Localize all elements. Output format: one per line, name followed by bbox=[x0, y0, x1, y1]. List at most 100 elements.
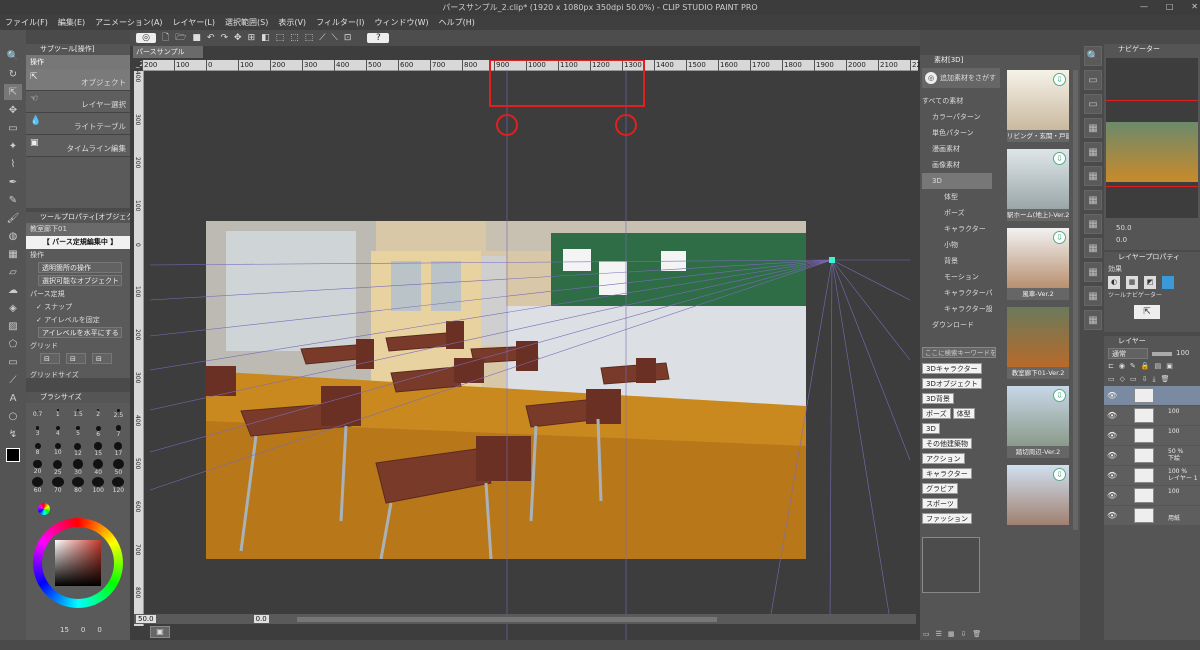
timeline-toggle-icon[interactable]: ▣ bbox=[150, 626, 170, 638]
tree-color-pattern[interactable]: カラーパターン bbox=[922, 109, 992, 125]
color-wheel[interactable] bbox=[33, 518, 123, 608]
new-folder-icon[interactable]: ▭ bbox=[1130, 373, 1137, 386]
eyedropper-icon[interactable]: ⌇ bbox=[4, 156, 22, 172]
opacity-slider[interactable] bbox=[1152, 351, 1172, 356]
keyword-fashion[interactable]: ファッション bbox=[922, 513, 972, 524]
list-view-icon[interactable]: ☰ bbox=[936, 630, 942, 640]
download-icon[interactable]: ⇩ bbox=[1053, 231, 1066, 244]
maximize-icon[interactable]: □ bbox=[1166, 2, 1174, 13]
brush-size-cell[interactable]: 5 bbox=[68, 423, 87, 440]
zoom-tool-icon[interactable]: 🔍 bbox=[4, 48, 22, 64]
grid-yz-button[interactable]: ⊟ bbox=[66, 353, 86, 364]
material-thumb-living[interactable]: ⇩ リビング・玄関・戸建-Ver.2 bbox=[1007, 70, 1069, 142]
download-icon[interactable]: ⇩ bbox=[1053, 389, 1066, 402]
material-thumb-station[interactable]: ⇩ 駅ホーム(地上)-Ver.2 bbox=[1007, 149, 1069, 221]
move-layer-icon[interactable]: ✥ bbox=[4, 102, 22, 118]
redo-icon[interactable]: ↷ bbox=[220, 33, 228, 43]
blend-mode-dropdown[interactable]: 通常 bbox=[1108, 348, 1148, 359]
auto-select-icon[interactable]: ✦ bbox=[4, 138, 22, 154]
brush-size-cell[interactable]: 4 bbox=[48, 423, 67, 440]
keyword-3d-object[interactable]: 3Dオブジェクト bbox=[922, 378, 982, 389]
panel-toggle-1-icon[interactable]: ▭ bbox=[1084, 70, 1102, 90]
navigator-preview[interactable] bbox=[1106, 58, 1198, 218]
eye-level-horizontal-button[interactable]: アイレベルを水平にする bbox=[38, 327, 122, 338]
eye-icon[interactable]: 👁 bbox=[1107, 451, 1117, 460]
delete-layer-icon[interactable]: 🗑 bbox=[1161, 373, 1170, 386]
eye-icon[interactable]: 👁 bbox=[1107, 391, 1117, 400]
thumb-view-icon[interactable]: ▦ bbox=[948, 630, 955, 640]
delete-icon[interactable]: 🗑 bbox=[972, 630, 981, 640]
tree-pose[interactable]: ポーズ bbox=[922, 205, 992, 221]
effect-border-icon[interactable]: ◐ bbox=[1108, 276, 1120, 289]
tree-download[interactable]: ダウンロード bbox=[922, 317, 992, 333]
keyword-other-buildings[interactable]: その他建築物 bbox=[922, 438, 972, 449]
keyword-search-input[interactable]: ここに検索キーワードを入力 bbox=[922, 347, 996, 358]
snap-ruler-icon[interactable]: ⟋ bbox=[319, 33, 325, 43]
main-color-swatch[interactable] bbox=[6, 448, 20, 462]
open-file-icon[interactable]: 🗁 bbox=[175, 30, 186, 46]
layer-row[interactable]: 👁 100 bbox=[1104, 486, 1200, 506]
select-all-icon[interactable]: ⬚ bbox=[276, 33, 285, 43]
subtool-item-light-table[interactable]: 💧 ライトテーブル bbox=[26, 113, 130, 135]
eraser-icon[interactable]: ▱ bbox=[4, 264, 22, 280]
keyword-3d[interactable]: 3D bbox=[922, 423, 940, 434]
transparent-dropdown[interactable]: 透明箇所の操作 bbox=[38, 262, 122, 273]
brush-size-cell[interactable]: 1.5 bbox=[68, 405, 87, 422]
keyword-body-type[interactable]: 体型 bbox=[952, 408, 975, 419]
text-tool-icon[interactable]: A bbox=[4, 390, 22, 406]
brush-size-cell[interactable]: 25 bbox=[48, 459, 67, 476]
menu-help[interactable]: ヘルプ(H) bbox=[434, 17, 480, 28]
layer-row[interactable]: 👁 用紙 bbox=[1104, 506, 1200, 526]
color-set-icon[interactable] bbox=[38, 503, 50, 515]
balloon-icon[interactable]: ○ bbox=[4, 408, 22, 424]
tree-background[interactable]: 背景 bbox=[922, 253, 992, 269]
lock-alpha-icon[interactable]: ▤ bbox=[1155, 360, 1162, 373]
fill-tool-icon[interactable]: ◈ bbox=[4, 300, 22, 316]
download-icon[interactable]: ⇩ bbox=[1053, 73, 1066, 86]
panel-toggle-3-icon[interactable]: ▦ bbox=[1084, 118, 1102, 138]
tree-mono-pattern[interactable]: 単色パターン bbox=[922, 125, 992, 141]
menu-file[interactable]: ファイル(F) bbox=[0, 17, 53, 28]
fix-eye-level-checkbox[interactable]: ✓ bbox=[36, 316, 44, 324]
operation-tool-icon[interactable]: ⇱ bbox=[4, 84, 22, 100]
tree-image-material[interactable]: 画像素材 bbox=[922, 157, 992, 173]
brush-size-cell[interactable]: 60 bbox=[28, 477, 47, 494]
draft-layer-icon[interactable]: ✎ bbox=[1130, 360, 1136, 373]
material-thumb-town[interactable]: ⇩ bbox=[1007, 465, 1069, 525]
brush-size-cell[interactable]: 2.5 bbox=[109, 405, 128, 422]
frame-border-icon[interactable]: ▭ bbox=[4, 354, 22, 370]
transfer-down-icon[interactable]: ⇩ bbox=[1142, 373, 1148, 386]
pen-icon[interactable]: ✒ bbox=[4, 174, 22, 190]
menu-filter[interactable]: フィルター(I) bbox=[311, 17, 369, 28]
save-icon[interactable]: ■ bbox=[192, 33, 201, 43]
material-thumb-windmill[interactable]: ⇩ 風車-Ver.2 bbox=[1007, 228, 1069, 300]
brush-size-cell[interactable]: 15 bbox=[89, 441, 108, 458]
keyword-character[interactable]: キャラクター bbox=[922, 468, 972, 479]
color-saturation-square[interactable] bbox=[55, 540, 101, 586]
menu-view[interactable]: 表示(V) bbox=[273, 17, 311, 28]
brush-size-cell[interactable]: 40 bbox=[89, 459, 108, 476]
hand-tool-icon[interactable]: ↻ bbox=[4, 66, 22, 82]
brush-size-cell[interactable]: 100 bbox=[89, 477, 108, 494]
material-scrollbar[interactable] bbox=[1073, 70, 1078, 530]
new-raster-icon[interactable]: ▭ bbox=[1108, 373, 1115, 386]
figure-icon[interactable]: ⬠ bbox=[4, 336, 22, 352]
panel-toggle-11-icon[interactable]: ▦ bbox=[1084, 310, 1102, 330]
brush-size-cell[interactable]: 20 bbox=[28, 459, 47, 476]
panel-toggle-4-icon[interactable]: ▦ bbox=[1084, 142, 1102, 162]
menu-selection[interactable]: 選択範囲(S) bbox=[220, 17, 273, 28]
brush-icon[interactable]: 🖌 bbox=[4, 210, 22, 226]
opacity-value[interactable]: 100 bbox=[1176, 347, 1189, 360]
selection-tool-icon[interactable]: ▭ bbox=[4, 120, 22, 136]
new-file-icon[interactable]: 🗋 bbox=[162, 30, 169, 46]
brush-size-cell[interactable]: 7 bbox=[109, 423, 128, 440]
menu-animation[interactable]: アニメーション(A) bbox=[90, 17, 167, 28]
brush-size-cell[interactable]: 1 bbox=[48, 405, 67, 422]
panel-toggle-6-icon[interactable]: ▦ bbox=[1084, 190, 1102, 210]
brush-size-cell[interactable]: 80 bbox=[68, 477, 87, 494]
panel-toggle-7-icon[interactable]: ▦ bbox=[1084, 214, 1102, 234]
panel-toggle-5-icon[interactable]: ▦ bbox=[1084, 166, 1102, 186]
brush-size-cell[interactable]: 70 bbox=[48, 477, 67, 494]
download-icon[interactable]: ⇩ bbox=[1053, 468, 1066, 481]
merge-down-icon[interactable]: ⤓ bbox=[1153, 373, 1156, 386]
